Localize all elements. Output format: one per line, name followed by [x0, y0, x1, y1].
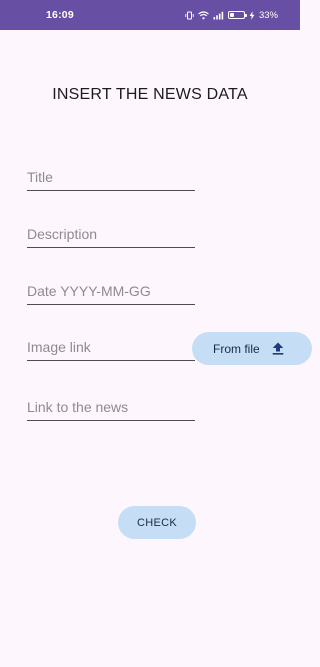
image-link-field-container: [27, 337, 195, 361]
date-field-container: [27, 281, 195, 305]
vibrate-icon: [185, 11, 194, 19]
news-link-field-container: [27, 397, 195, 421]
status-bar: 16:09 33%: [0, 0, 300, 30]
image-link-input[interactable]: [27, 337, 195, 360]
title-input[interactable]: [27, 167, 195, 190]
page-title: INSERT THE NEWS DATA: [52, 86, 248, 103]
description-input[interactable]: [27, 224, 195, 247]
charging-icon: [249, 10, 255, 20]
from-file-label: From file: [213, 341, 260, 356]
check-button[interactable]: CHECK: [118, 506, 196, 539]
upload-icon: [272, 342, 283, 355]
title-field-container: [27, 167, 195, 191]
battery-level: [229, 13, 234, 17]
battery-icon: [227, 11, 247, 19]
from-file-button[interactable]: From file: [192, 332, 312, 365]
date-input[interactable]: [27, 281, 195, 304]
check-button-label: CHECK: [136, 516, 177, 529]
wifi-icon: [198, 10, 209, 19]
battery-percent: 33%: [258, 9, 278, 21]
description-field-container: [27, 224, 195, 248]
signal-icon: [213, 11, 224, 19]
status-icons: 33%: [185, 10, 278, 21]
status-time: 16:09: [46, 9, 74, 21]
news-link-input[interactable]: [27, 397, 195, 420]
